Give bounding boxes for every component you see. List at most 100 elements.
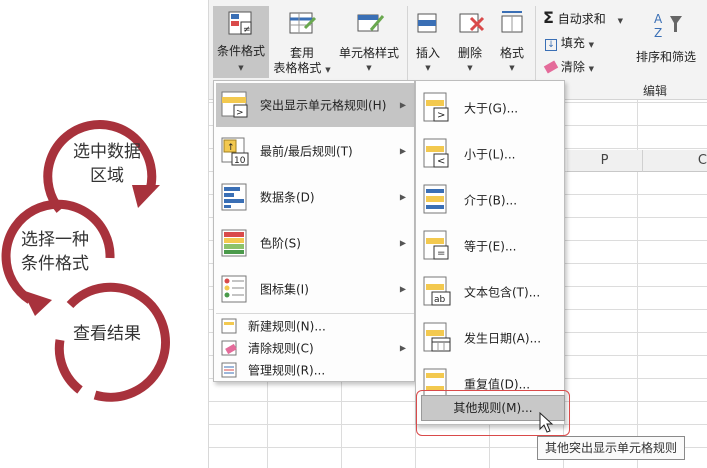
submenu-arrow-icon: ▶ (399, 284, 406, 294)
menu-item-clear-rules[interactable]: 清除规则(C) ▶ (216, 337, 414, 359)
sort-filter-button[interactable]: A Z 排序和筛选 (634, 6, 707, 66)
submenu-arrow-icon: ▶ (399, 100, 406, 110)
greater-than-icon: > (423, 92, 449, 122)
icon-sets-icon (221, 275, 247, 303)
menu-item-label: 最前/最后规则(T) (260, 144, 353, 159)
menu-item-label: 色阶(S) (260, 236, 301, 251)
highlight-cells-icon: > (221, 91, 248, 118)
chevron-down-icon: ▼ (588, 41, 595, 49)
fill-label: 填充 (560, 36, 585, 50)
svg-text:Z: Z (654, 26, 662, 40)
submenu-item-label: 小于(L)... (464, 147, 516, 162)
format-button[interactable]: 格式 ▼ (493, 6, 531, 72)
menu-item-label: 数据条(D) (260, 190, 315, 205)
svg-text:≠: ≠ (243, 25, 251, 35)
highlight-rules-submenu: > 大于(G)... < 小于(L)... 介于(B)... = 等于(E)..… (415, 80, 565, 425)
chevron-down-icon: ▼ (588, 65, 595, 73)
step-choose-format: 选择一种 条件格式 (21, 230, 89, 274)
cell-styles-button[interactable]: 单元格样式 ▼ (333, 6, 405, 78)
svg-text:>: > (437, 110, 445, 121)
submenu-arrow-icon: ▶ (399, 192, 406, 202)
menu-item-label: 管理规则(R)... (248, 363, 326, 378)
new-rule-icon (221, 318, 237, 334)
cell-styles-label: 单元格样式 (338, 46, 399, 60)
sort-filter-label: 排序和筛选 (636, 50, 697, 64)
delete-label: 删除 (457, 46, 482, 60)
format-as-table-label-1: 套用 (289, 46, 314, 60)
menu-item-label: 清除规则(C) (248, 341, 314, 356)
chevron-down-icon: ▼ (467, 64, 473, 72)
menu-item-new-rule[interactable]: 新建规则(N)... (216, 315, 414, 337)
between-icon (423, 184, 447, 214)
chevron-down-icon: ▼ (617, 17, 623, 25)
submenu-item-label: 文本包含(T)... (464, 285, 541, 300)
clear-button[interactable]: 清除 ▼ (543, 60, 595, 77)
submenu-item-greater-than[interactable]: > 大于(G)... (418, 85, 564, 131)
cell-styles-icon (357, 14, 385, 32)
chevron-down-icon: ▼ (509, 64, 515, 72)
menu-item-top-bottom-rules[interactable]: ↑ 10 最前/最后规则(T) ▶ (216, 129, 414, 173)
svg-text:>: > (236, 108, 244, 118)
submenu-item-label: 等于(E)... (464, 239, 517, 254)
text-contains-icon: ab (423, 276, 451, 306)
column-header-next[interactable]: C (643, 150, 707, 172)
submenu-item-date-occurring[interactable]: 发生日期(A)... (418, 315, 564, 361)
sort-filter-icon: A Z (654, 12, 682, 40)
autosum-button[interactable]: Σ 自动求和 ▼ (543, 10, 623, 29)
color-scales-icon (221, 229, 247, 257)
column-header-p[interactable]: P (567, 150, 643, 172)
insert-label: 插入 (415, 46, 440, 60)
tooltip: 其他突出显示单元格规则 (537, 436, 685, 460)
conditional-format-icon: ≠ (228, 11, 252, 35)
menu-item-label: 新建规则(N)... (248, 319, 326, 334)
svg-text:ab: ab (434, 295, 446, 305)
submenu-item-between[interactable]: 介于(B)... (418, 177, 564, 223)
submenu-arrow-icon: ▶ (399, 146, 406, 156)
menu-item-label: 图标集(I) (260, 282, 309, 297)
format-as-table-button[interactable]: 套用 表格格式 ▼ (271, 6, 333, 78)
calendar-icon (423, 322, 451, 352)
menu-item-data-bars[interactable]: 数据条(D) ▶ (216, 175, 414, 219)
chevron-down-icon: ▼ (425, 64, 431, 72)
table-format-icon (289, 12, 317, 34)
clear-label: 清除 (560, 60, 585, 74)
conditional-format-button[interactable]: ≠ 条件格式 ▼ (213, 6, 269, 78)
menu-item-color-scales[interactable]: 色阶(S) ▶ (216, 221, 414, 265)
submenu-item-text-contains[interactable]: ab 文本包含(T)... (418, 269, 564, 315)
menu-separator (216, 313, 414, 314)
svg-text:=: = (437, 248, 445, 259)
svg-text:A: A (654, 12, 663, 26)
edit-group-label: 编辑 (643, 84, 668, 98)
step-view-result: 查看结果 (73, 324, 141, 344)
submenu-item-label: 大于(G)... (464, 101, 519, 116)
svg-text:10: 10 (234, 156, 246, 166)
fill-button[interactable]: ↓ 填充 ▼ (545, 36, 594, 53)
autosum-label: 自动求和 (557, 12, 606, 26)
sigma-icon: Σ (543, 8, 554, 27)
svg-text:↑: ↑ (227, 143, 235, 153)
clear-rules-icon (221, 340, 237, 356)
less-than-icon: < (423, 138, 449, 168)
submenu-arrow-icon: ▶ (399, 238, 406, 248)
menu-item-label: 突出显示单元格规则(H) (260, 98, 387, 113)
chevron-down-icon: ▼ (366, 64, 372, 72)
chevron-down-icon: ▼ (238, 64, 244, 72)
mouse-cursor-icon (539, 412, 554, 433)
delete-cells-icon (459, 13, 485, 33)
menu-item-manage-rules[interactable]: 管理规则(R)... (216, 359, 414, 381)
menu-item-highlight-rules[interactable]: > 突出显示单元格规则(H) ▶ (216, 83, 414, 127)
delete-button[interactable]: 删除 ▼ (451, 6, 489, 72)
format-label: 格式 (499, 46, 524, 60)
insert-button[interactable]: 插入 ▼ (409, 6, 447, 72)
conditional-format-label: 条件格式 (216, 44, 265, 58)
submenu-item-equal-to[interactable]: = 等于(E)... (418, 223, 564, 269)
svg-text:<: < (437, 156, 445, 167)
insert-cells-icon (417, 13, 437, 33)
format-as-table-label-2: 表格格式 ▼ (273, 61, 331, 75)
equal-to-icon: = (423, 230, 449, 260)
submenu-item-less-than[interactable]: < 小于(L)... (418, 131, 564, 177)
menu-item-icon-sets[interactable]: 图标集(I) ▶ (216, 267, 414, 311)
submenu-arrow-icon: ▶ (399, 343, 406, 353)
fill-down-icon: ↓ (545, 39, 557, 51)
manage-rules-icon (221, 362, 237, 378)
